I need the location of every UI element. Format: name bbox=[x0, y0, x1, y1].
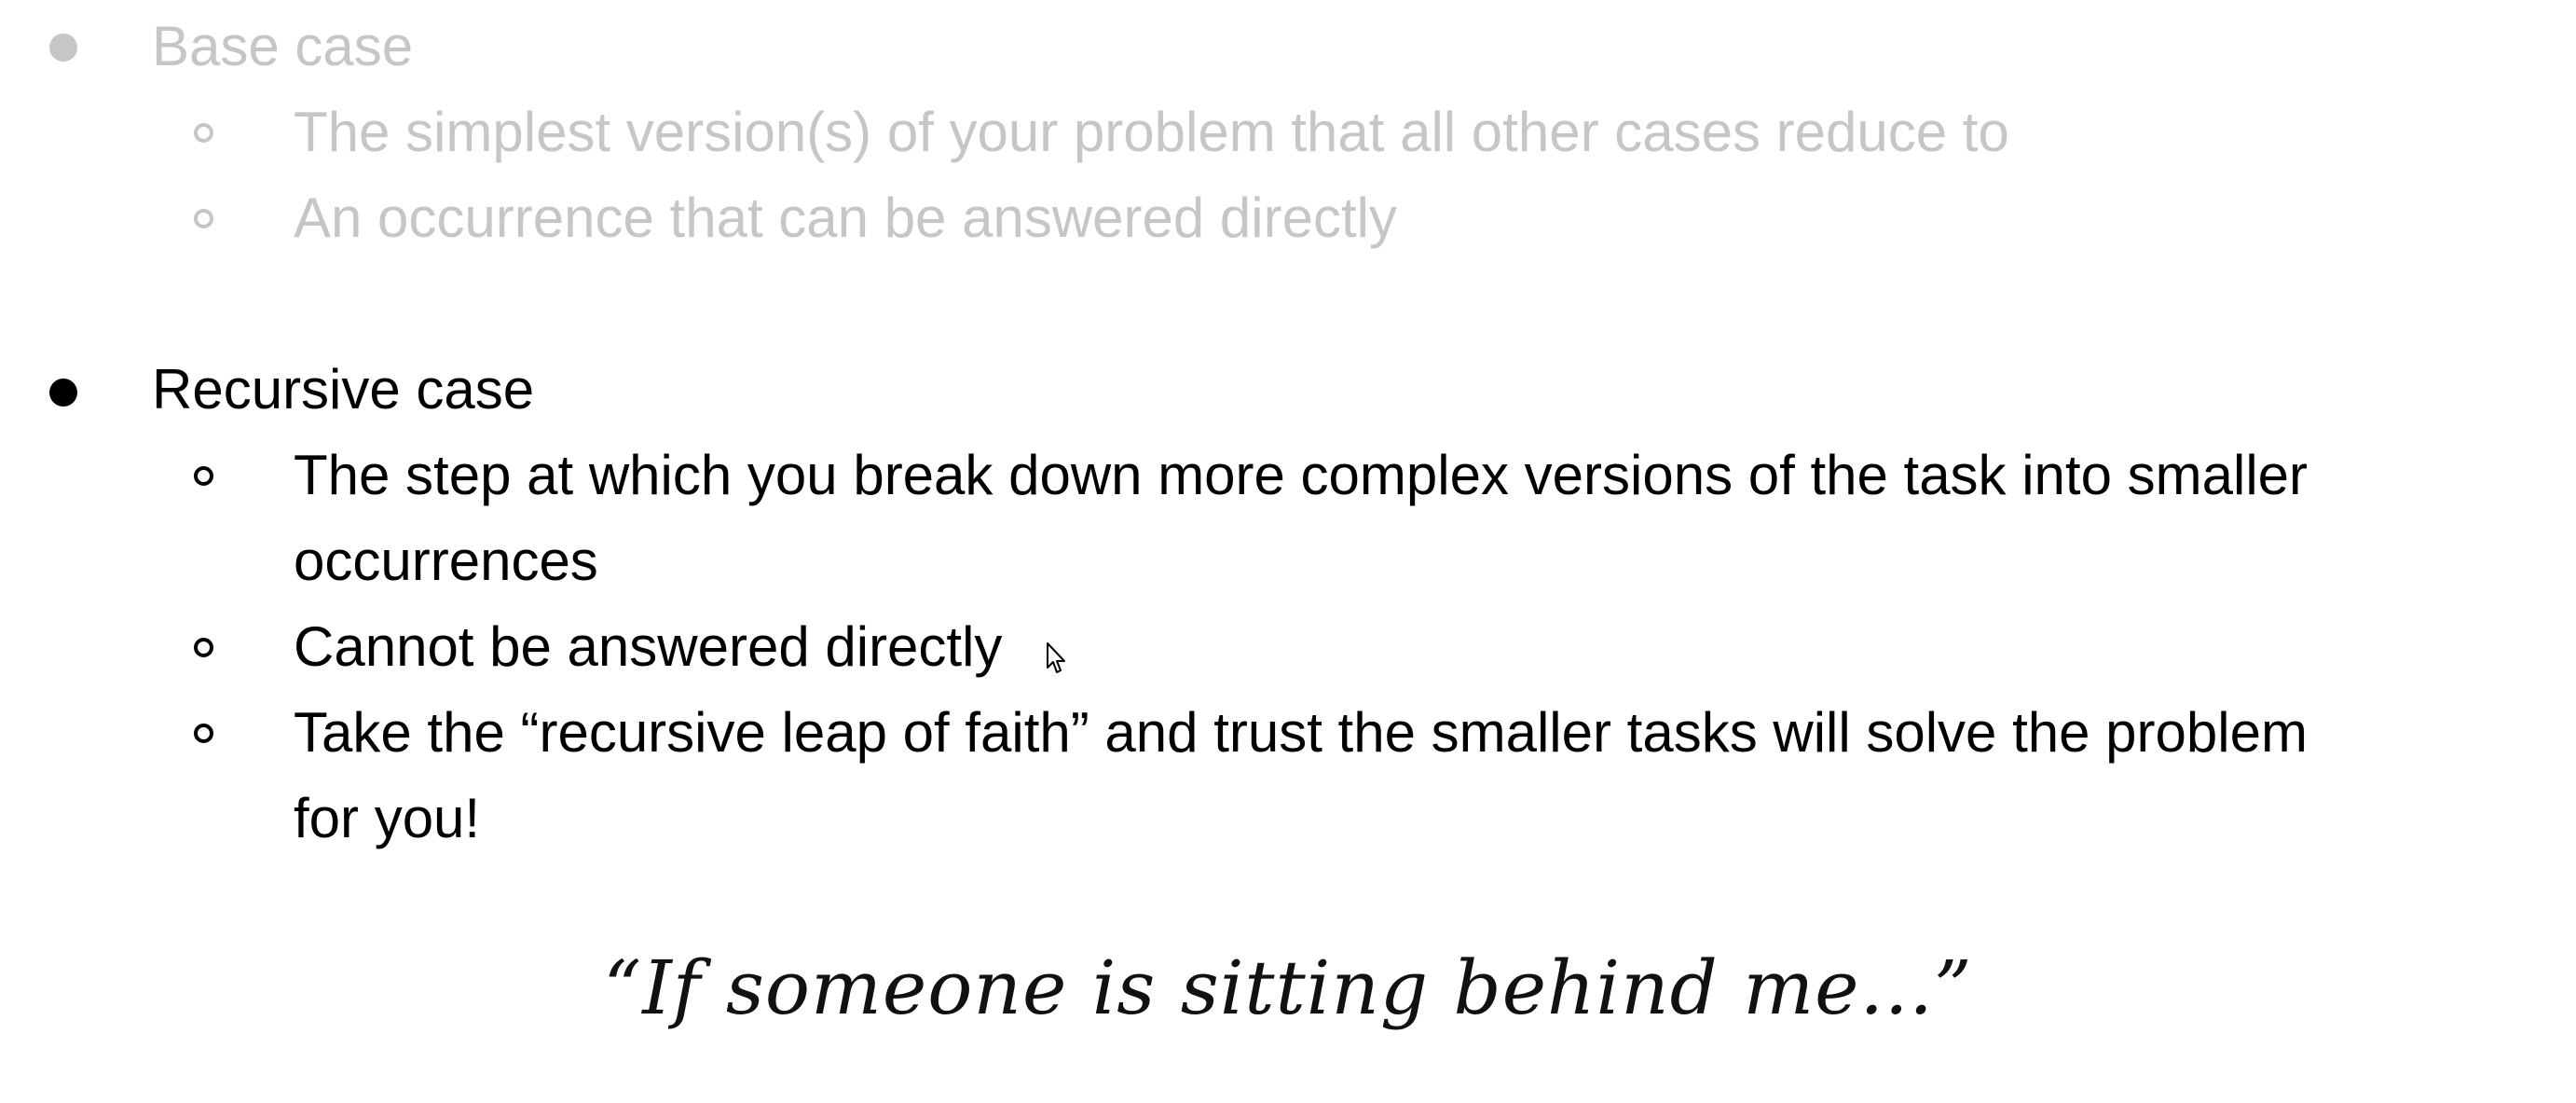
recursive-case-item-3-line-2: for you! bbox=[294, 787, 481, 849]
sub-bullet-base-1 bbox=[194, 123, 213, 143]
base-case-item-2: An occurrence that can be answered direc… bbox=[294, 186, 1397, 249]
recursive-case-item-2: Cannot be answered directly bbox=[294, 615, 1003, 678]
bullet-base-case bbox=[49, 34, 77, 62]
recursive-case-item-3-line-1: Take the “recursive leap of faith” and t… bbox=[294, 701, 2308, 764]
sub-bullet-recursive-3 bbox=[194, 724, 213, 743]
heading-base-case: Base case bbox=[152, 15, 414, 77]
recursive-case-item-1-line-2: occurrences bbox=[294, 530, 598, 592]
recursive-case-item-1-line-1: The step at which you break down more co… bbox=[294, 444, 2308, 506]
base-case-item-1: The simplest version(s) of your problem … bbox=[294, 101, 2009, 163]
sub-bullet-recursive-2 bbox=[194, 638, 213, 657]
sub-bullet-recursive-1 bbox=[194, 466, 213, 486]
heading-recursive-case: Recursive case bbox=[152, 358, 535, 421]
slide: Base case The simplest version(s) of you… bbox=[0, 0, 2576, 1103]
bullet-recursive-case bbox=[49, 379, 77, 407]
mouse-pointer-icon bbox=[1047, 642, 1065, 673]
sub-bullet-base-2 bbox=[194, 209, 213, 228]
quote-text: “If someone is sitting behind me...” bbox=[603, 944, 1973, 1031]
